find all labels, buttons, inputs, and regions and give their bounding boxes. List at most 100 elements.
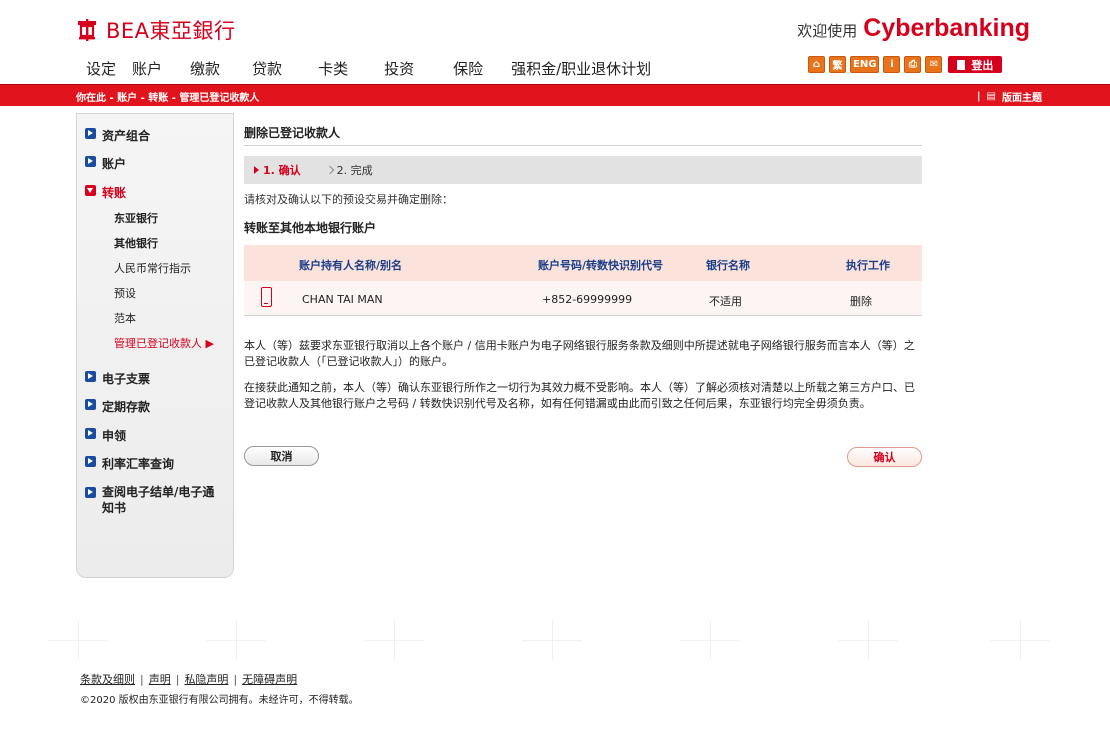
sidebar-item-label: 申领 xyxy=(102,429,127,443)
sidebar-sub-manage-payees[interactable]: 管理已登记收款人 ▶ xyxy=(114,335,214,351)
bullet-icon xyxy=(85,371,96,382)
nav-accounts[interactable]: 账户 xyxy=(132,58,162,79)
traditional-chinese-icon[interactable]: 繁 xyxy=(829,56,846,73)
declaration-paragraph-2: 在接获此通知之前，本人（等）确认东亚银行所作之一切行为其效力概不受影响。本人（等… xyxy=(244,381,915,410)
confirm-button[interactable]: 确认 xyxy=(847,447,922,467)
column-header: 账户号码/转数快识别代号 xyxy=(538,259,664,272)
decorative-mark xyxy=(364,620,424,660)
sidebar-item-estatements[interactable]: 查阅电子结单/电子通知书 xyxy=(85,484,215,516)
step-complete: 2. 完成 xyxy=(325,162,373,178)
sidebar-item-label: 电子支票 xyxy=(102,372,151,386)
bullet-icon xyxy=(85,428,96,439)
sidebar-item-rates[interactable]: 利率汇率查询 xyxy=(85,455,174,472)
account-number: +852-69999999 xyxy=(542,293,633,306)
sidebar-menu: 资产组合 账户 转账 东亚银行 其他银行 人民币常行指示 预设 范本 管理已登记… xyxy=(76,113,234,578)
sidebar-sub-bea[interactable]: 东亚银行 xyxy=(114,210,158,226)
nav-investment[interactable]: 投资 xyxy=(384,58,414,79)
sidebar-item-label: 账户 xyxy=(102,157,127,171)
separator: | xyxy=(976,91,981,102)
utility-toolbar: ⌂ 繁 ENG i ⎙ ✉ 登出 xyxy=(808,56,1003,73)
mail-icon[interactable]: ✉ xyxy=(925,56,943,73)
nav-payments[interactable]: 缴款 xyxy=(190,58,220,79)
mobile-phone-icon xyxy=(261,287,272,307)
terms-link[interactable]: 条款及细则 xyxy=(80,671,135,687)
bullet-icon xyxy=(85,399,96,410)
cancel-button[interactable]: 取消 xyxy=(244,446,319,466)
bullet-icon xyxy=(85,128,96,139)
bea-logo[interactable]: BEA東亞銀行 xyxy=(76,15,236,45)
sidebar-item-label: 利率汇率查询 xyxy=(102,457,175,471)
separator: | xyxy=(233,672,238,686)
decorative-mark xyxy=(48,620,108,660)
disclaimer-link[interactable]: 声明 xyxy=(149,671,171,687)
sidebar-item-label: 查阅电子结单/电子通知书 xyxy=(102,485,215,515)
bank-name: 不适用 xyxy=(709,295,742,308)
instruction-text: 请核对及确认以下的预设交易并确定删除： xyxy=(244,193,453,206)
sidebar-item-accounts[interactable]: 账户 xyxy=(85,155,126,172)
nav-mpf[interactable]: 强积金/职业退休计划 xyxy=(511,58,651,79)
divider xyxy=(244,145,922,146)
action-delete: 删除 xyxy=(850,295,872,308)
cyberbanking-brand: Cyberbanking xyxy=(863,14,1030,42)
sidebar-item-apply[interactable]: 申领 xyxy=(85,427,126,444)
current-step-arrow-icon xyxy=(254,166,259,174)
breadcrumb-bar: 你在此 - 账户 - 转账 - 管理已登记收款人 | ▤ 版面主题 xyxy=(0,84,1110,106)
column-header: 账户持有人名称/别名 xyxy=(299,259,403,272)
step-label: 2. 完成 xyxy=(336,164,373,177)
nav-settings[interactable]: 设定 xyxy=(86,58,116,79)
breadcrumb: 你在此 - 账户 - 转账 - 管理已登记收款人 xyxy=(76,93,260,104)
logout-button[interactable]: 登出 xyxy=(948,56,1003,73)
table-row: CHAN TAI MAN +852-69999999 不适用 删除 xyxy=(244,281,922,316)
copyright-text: ©2020 版权由东亚银行有限公司拥有。未经许可，不得转载。 xyxy=(80,695,359,706)
sidebar-item-label: 资产组合 xyxy=(102,129,151,143)
decorative-mark xyxy=(206,620,266,660)
sidebar-sub-template[interactable]: 范本 xyxy=(114,310,136,326)
sidebar-sub-rmb-standing[interactable]: 人民币常行指示 xyxy=(114,260,191,276)
page-title: 删除已登记收款人 xyxy=(244,126,341,140)
welcome-banner: 欢迎使用 Cyberbanking xyxy=(797,14,1030,43)
bea-logo-icon xyxy=(78,19,96,41)
chevron-right-icon xyxy=(325,165,334,175)
home-icon[interactable]: ⌂ xyxy=(808,56,825,73)
welcome-text: 欢迎使用 xyxy=(797,22,858,40)
table-header: 账户持有人名称/别名 账户号码/转数快识别代号 银行名称 执行工作 xyxy=(244,245,922,281)
sidebar-sub-preset[interactable]: 预设 xyxy=(114,285,136,301)
bullet-icon xyxy=(85,156,96,167)
door-icon xyxy=(957,59,966,70)
step-label: 1. 确认 xyxy=(263,164,301,177)
footer-links: 条款及细则 | 声明 | 私隐声明 | 无障碍声明 xyxy=(80,671,297,687)
declaration-paragraph-1: 本人（等）兹要求东亚银行取消以上各个账户 / 信用卡账户为电子网络银行服务条款及… xyxy=(244,339,915,368)
bullet-icon xyxy=(85,487,96,498)
sidebar-sub-other-banks[interactable]: 其他银行 xyxy=(114,235,158,251)
print-icon[interactable]: ⎙ xyxy=(904,56,922,73)
nav-loans[interactable]: 贷款 xyxy=(252,58,282,79)
sidebar-item-time-deposit[interactable]: 定期存款 xyxy=(85,398,150,415)
payee-name: CHAN TAI MAN xyxy=(302,293,383,306)
decorative-mark xyxy=(680,620,740,660)
logout-label: 登出 xyxy=(971,58,994,72)
theme-icon: ▤ xyxy=(986,91,996,102)
expanded-bullet-icon xyxy=(85,185,96,196)
sidebar-item-echeque[interactable]: 电子支票 xyxy=(85,370,150,387)
decorative-mark xyxy=(522,620,582,660)
privacy-link[interactable]: 私隐声明 xyxy=(184,671,228,687)
info-icon[interactable]: i xyxy=(883,56,901,73)
sidebar-item-portfolio[interactable]: 资产组合 xyxy=(85,127,150,144)
sidebar-item-transfer[interactable]: 转账 xyxy=(85,184,126,201)
decorative-mark xyxy=(990,620,1050,660)
progress-steps: 1. 确认 2. 完成 xyxy=(244,156,922,184)
sidebar-item-label: 转账 xyxy=(102,186,127,200)
theme-selector[interactable]: | ▤ 版面主题 xyxy=(977,89,1042,104)
bullet-icon xyxy=(85,456,96,467)
accessibility-link[interactable]: 无障碍声明 xyxy=(242,671,297,687)
top-navigation: 设定 账户 缴款 贷款 卡类 投资 保险 强积金/职业退休计划 xyxy=(86,58,651,79)
column-header: 银行名称 xyxy=(706,259,750,272)
section-title: 转账至其他本地银行账户 xyxy=(244,221,377,235)
nav-insurance[interactable]: 保险 xyxy=(453,58,483,79)
nav-cards[interactable]: 卡类 xyxy=(318,58,348,79)
separator: | xyxy=(140,672,144,686)
logo-text: BEA東亞銀行 xyxy=(106,19,236,43)
english-icon[interactable]: ENG xyxy=(850,56,880,73)
separator: | xyxy=(175,672,180,686)
sidebar-item-label: 定期存款 xyxy=(102,400,151,414)
